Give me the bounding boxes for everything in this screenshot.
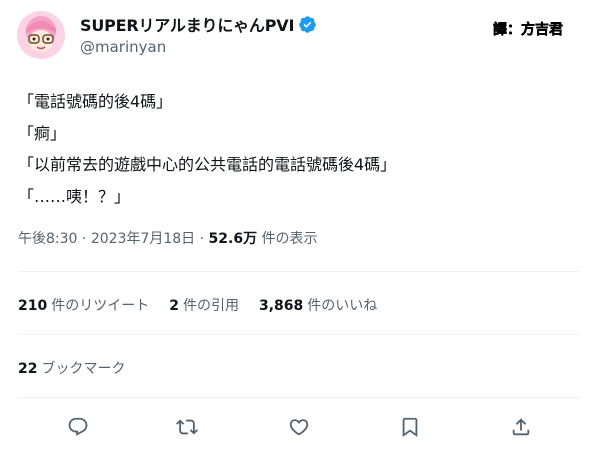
divider	[18, 334, 580, 335]
tweet-line: 「電話號碼的後4碼」	[18, 92, 173, 111]
verified-badge-icon	[298, 15, 317, 34]
divider	[18, 397, 580, 398]
user-handle[interactable]: @marinyan	[80, 38, 166, 56]
retweet-icon	[176, 416, 198, 442]
reply-icon	[67, 416, 89, 442]
share-button[interactable]	[506, 414, 536, 444]
share-icon	[510, 416, 532, 442]
retweets-label: 件のリツイート	[51, 298, 150, 314]
quotes-label: 件の引用	[182, 298, 239, 314]
tweet-meta: 午後8:30 · 2023年7月18日 · 52.6万 件の表示	[18, 228, 318, 248]
heart-icon	[288, 416, 310, 442]
avatar[interactable]	[17, 11, 65, 59]
tweet-time[interactable]: 午後8:30	[18, 231, 77, 247]
meta-separator: ·	[77, 231, 91, 247]
retweet-button[interactable]	[172, 414, 202, 444]
views-label: 件の表示	[257, 231, 318, 247]
tweet-date[interactable]: 2023年7月18日	[91, 231, 195, 247]
retweets-count: 210	[18, 298, 48, 314]
quotes-count: 2	[169, 298, 179, 314]
views-count: 52.6万	[208, 231, 258, 247]
tweet-text: 「電話號碼的後4碼」 「痾」 「以前常去的遊戲中心的公共電話的電話號碼後4碼」 …	[18, 86, 396, 212]
tweet-line: 「……咦！？」	[18, 186, 131, 206]
retweets-stat[interactable]: 210 件のリツイート	[18, 295, 149, 315]
tweet-line: 「以前常去的遊戲中心的公共電話的電話號碼後4碼」	[18, 155, 397, 174]
bookmarks-label: ブックマーク	[41, 361, 126, 377]
tweet: SUPERリアルまりにゃんPVI @marinyan 譯：方吉君 「電話號碼的後…	[0, 0, 598, 457]
meta-separator: ·	[195, 231, 209, 247]
likes-label: 件のいいね	[307, 298, 378, 314]
likes-stat[interactable]: 3,868 件のいいね	[259, 295, 377, 315]
quotes-stat[interactable]: 2 件の引用	[169, 295, 239, 315]
bookmarks-count: 22	[18, 361, 38, 377]
like-button[interactable]	[284, 414, 314, 444]
bookmark-icon	[399, 416, 421, 442]
divider	[18, 271, 580, 272]
reply-button[interactable]	[63, 414, 93, 444]
engagement-stats: 210 件のリツイート 2 件の引用 3,868 件のいいね	[18, 295, 397, 315]
tweet-line: 「痾」	[18, 123, 67, 143]
bookmarks-stat[interactable]: 22 ブックマーク	[18, 358, 125, 378]
translator-credit: 譯：方吉君	[490, 18, 566, 40]
action-bar	[0, 414, 598, 444]
display-name[interactable]: SUPERリアルまりにゃんPVI	[80, 12, 294, 36]
name-row[interactable]: SUPERリアルまりにゃんPVI	[80, 12, 317, 36]
likes-count: 3,868	[258, 298, 304, 314]
bookmark-button[interactable]	[395, 414, 425, 444]
